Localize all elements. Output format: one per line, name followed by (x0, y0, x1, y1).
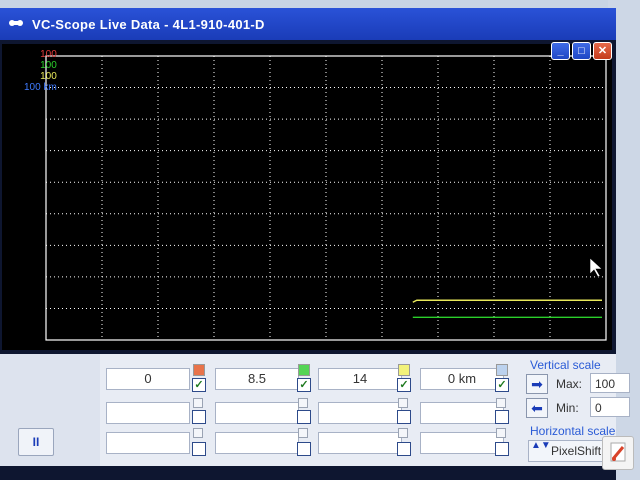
channel-4-slot-3-checkbox[interactable] (495, 442, 509, 456)
max-label: Max: (556, 377, 583, 391)
tray-icon-glyph (610, 442, 626, 462)
plot-grid (45, 55, 607, 341)
channel-4-slot-2 (420, 402, 504, 424)
channel-3-color-swatch (398, 364, 410, 376)
legend-item-green: 100 (40, 60, 57, 71)
channel-2-slot-2-checkbox[interactable] (297, 410, 311, 424)
channel-1-checkbox[interactable]: ✓ (192, 378, 206, 392)
channel-1-slot-2 (106, 402, 190, 424)
plot-area (2, 44, 612, 350)
control-panel: II 0 ✓ 8.5 ✓ 14 ✓ 0 km ✓ Vertical scale … (0, 354, 634, 466)
scale-left-arrow-button[interactable]: ⬅ (526, 398, 548, 418)
channel-4-color-swatch (496, 364, 508, 376)
window-title: VC-Scope Live Data - 4L1-910-401-D (32, 17, 265, 32)
channel-1-slot-2-checkbox[interactable] (192, 410, 206, 424)
trace-line (412, 299, 602, 303)
channel-1-slot-2-swatch (193, 398, 203, 408)
channel-2-slot-2 (215, 402, 299, 424)
mouse-cursor-icon (589, 257, 603, 278)
legend-item-yellow: 100 (40, 71, 57, 82)
channel-1-slot-3-swatch (193, 428, 203, 438)
channel-3-slot-3 (318, 432, 402, 454)
channel-2-slot-3-checkbox[interactable] (297, 442, 311, 456)
tray-app-icon[interactable] (602, 436, 634, 470)
min-label: Min: (556, 401, 579, 415)
channel-3-slot-3-checkbox[interactable] (397, 442, 411, 456)
plot-border (45, 55, 607, 341)
app-icon (9, 20, 23, 26)
legend: 100 100 100 100 km (24, 50, 57, 94)
channel-3-value: 14 (318, 368, 402, 390)
minimize-button[interactable]: _ (551, 42, 570, 60)
vc-scope-window: VC-Scope Live Data - 4L1-910-401-D 100 1… (0, 8, 634, 480)
channel-4-slot-3-swatch (496, 428, 506, 438)
channel-4-value: 0 km (420, 368, 504, 390)
vertical-scale-label: Vertical scale (530, 358, 601, 372)
channel-2-value: 8.5 (215, 368, 299, 390)
pause-button[interactable]: II (18, 428, 54, 456)
channel-4-slot-2-checkbox[interactable] (495, 410, 509, 424)
channel-4-checkbox[interactable]: ✓ (495, 378, 509, 392)
channel-4-slot-2-swatch (496, 398, 506, 408)
channel-2-checkbox[interactable]: ✓ (297, 378, 311, 392)
channel-3-checkbox[interactable]: ✓ (397, 378, 411, 392)
channel-3-slot-2-swatch (398, 398, 408, 408)
min-input[interactable]: 0 (590, 397, 630, 417)
channel-2-slot-2-swatch (298, 398, 308, 408)
legend-item-blue: 100 km (24, 82, 57, 93)
spin-arrows-icon[interactable]: ▲▼ (531, 441, 551, 451)
channel-1-slot-3 (106, 432, 190, 454)
title-bar[interactable]: VC-Scope Live Data - 4L1-910-401-D (0, 8, 616, 40)
channel-2-color-swatch (298, 364, 310, 376)
channel-1-slot-3-checkbox[interactable] (192, 442, 206, 456)
channel-3-slot-3-swatch (398, 428, 408, 438)
channel-4-slot-3 (420, 432, 504, 454)
close-button[interactable]: ✕ (593, 42, 612, 60)
channel-3-slot-2-checkbox[interactable] (397, 410, 411, 424)
channel-2-slot-3 (215, 432, 299, 454)
channel-1-value: 0 (106, 368, 190, 390)
scale-right-arrow-button[interactable]: ➡ (526, 374, 548, 394)
window-controls: _ □ ✕ (551, 42, 612, 60)
max-input[interactable]: 100 (590, 373, 630, 393)
channel-1-color-swatch (193, 364, 205, 376)
channel-2-slot-3-swatch (298, 428, 308, 438)
legend-item-red: 100 (40, 49, 57, 60)
maximize-button[interactable]: □ (572, 42, 591, 60)
channel-3-slot-2 (318, 402, 402, 424)
